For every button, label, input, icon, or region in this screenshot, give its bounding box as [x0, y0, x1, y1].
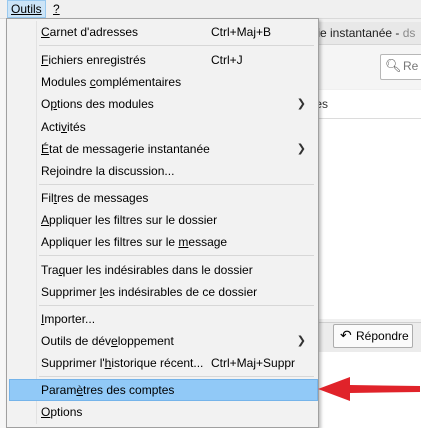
menu-item-outils-developpement[interactable]: Outils de développement ❯: [9, 330, 316, 352]
menu-item-label: Supprimer les indésirables de ce dossier: [41, 285, 258, 299]
menu-separator: [39, 305, 314, 306]
menu-item-fichiers-enregistres[interactable]: Fichiers enregistrés Ctrl+J: [9, 49, 316, 71]
reply-button[interactable]: ↶ Répondre: [333, 324, 413, 348]
search-field[interactable]: 🔍︎ Re: [380, 54, 421, 80]
menu-separator: [39, 45, 314, 46]
reply-label: Répondre: [356, 329, 409, 343]
menu-item-filtres-messages[interactable]: Filtres de messages: [9, 187, 316, 209]
menu-help[interactable]: ?: [50, 1, 63, 17]
outils-dropdown-menu: Carnet d'adresses Ctrl+Maj+B Fichiers en…: [6, 18, 319, 428]
menu-item-options[interactable]: Options: [9, 401, 316, 423]
menu-item-rejoindre-discussion[interactable]: Rejoindre la discussion...: [9, 160, 316, 182]
menu-item-label: Appliquer les filtres sur le message: [41, 235, 228, 249]
menu-outils[interactable]: Outils: [7, 0, 46, 18]
menu-item-options-des-modules[interactable]: Options des modules ❯: [9, 93, 316, 115]
menu-item-modules-complementaires[interactable]: Modules complémentaires: [9, 71, 316, 93]
menu-item-appliquer-filtres-dossier[interactable]: Appliquer les filtres sur le dossier: [9, 209, 316, 231]
menu-item-label: Fichiers enregistrés: [41, 53, 146, 67]
search-icon: 🔍︎: [385, 58, 402, 73]
menu-item-label: Activités: [41, 120, 86, 134]
left-arrow-icon: [318, 377, 420, 401]
submenu-arrow-icon: ❯: [296, 98, 306, 110]
menu-item-label: Rejoindre la discussion...: [41, 164, 175, 178]
menu-item-shortcut: Ctrl+J: [211, 53, 243, 67]
menu-item-label: Traquer les indésirables dans le dossier: [41, 263, 253, 277]
menu-item-shortcut: Ctrl+Maj+B: [211, 25, 272, 39]
menu-item-etat-messagerie[interactable]: État de messagerie instantanée ❯: [9, 138, 316, 160]
reply-arrow-icon: ↶: [340, 327, 352, 343]
search-placeholder: Re: [403, 59, 419, 73]
menu-item-supprimer-historique[interactable]: Supprimer l'historique récent... Ctrl+Ma…: [9, 352, 316, 374]
menu-separator: [39, 184, 314, 185]
menu-item-label: Options des modules: [41, 97, 154, 111]
menu-item-label: Carnet d'adresses: [41, 25, 139, 39]
menu-separator: [39, 376, 314, 377]
menu-item-label: Options: [41, 405, 83, 419]
menu-item-appliquer-filtres-message[interactable]: Appliquer les filtres sur le message: [9, 231, 316, 253]
menu-item-label: Supprimer l'historique récent...: [41, 356, 204, 370]
menu-item-label: Appliquer les filtres sur le dossier: [41, 213, 218, 227]
menu-item-activites[interactable]: Activités: [9, 116, 316, 138]
menu-item-label: Paramètres des comptes: [41, 383, 175, 397]
menu-item-supprimer-indesirables[interactable]: Supprimer les indésirables de ce dossier: [9, 281, 316, 303]
submenu-arrow-icon: ❯: [296, 335, 306, 347]
menu-item-parametres-comptes[interactable]: Paramètres des comptes: [9, 379, 318, 401]
menu-item-label: Filtres de messages: [41, 191, 149, 205]
menu-item-label: Modules complémentaires: [41, 75, 182, 89]
menu-item-label: Importer...: [41, 312, 96, 326]
menu-item-importer[interactable]: Importer...: [9, 308, 316, 330]
menu-item-shortcut: Ctrl+Maj+Suppr: [211, 356, 296, 370]
menu-item-label: État de messagerie instantanée: [41, 142, 210, 156]
submenu-arrow-icon: ❯: [296, 143, 306, 155]
menu-bar: Outils ?: [0, 0, 421, 19]
menu-separator: [39, 255, 314, 256]
menu-item-label: Outils de développement: [41, 334, 174, 348]
menu-item-traquer-indesirables[interactable]: Traquer les indésirables dans le dossier: [9, 259, 316, 281]
menu-item-carnet-adresses[interactable]: Carnet d'adresses Ctrl+Maj+B: [9, 21, 316, 43]
